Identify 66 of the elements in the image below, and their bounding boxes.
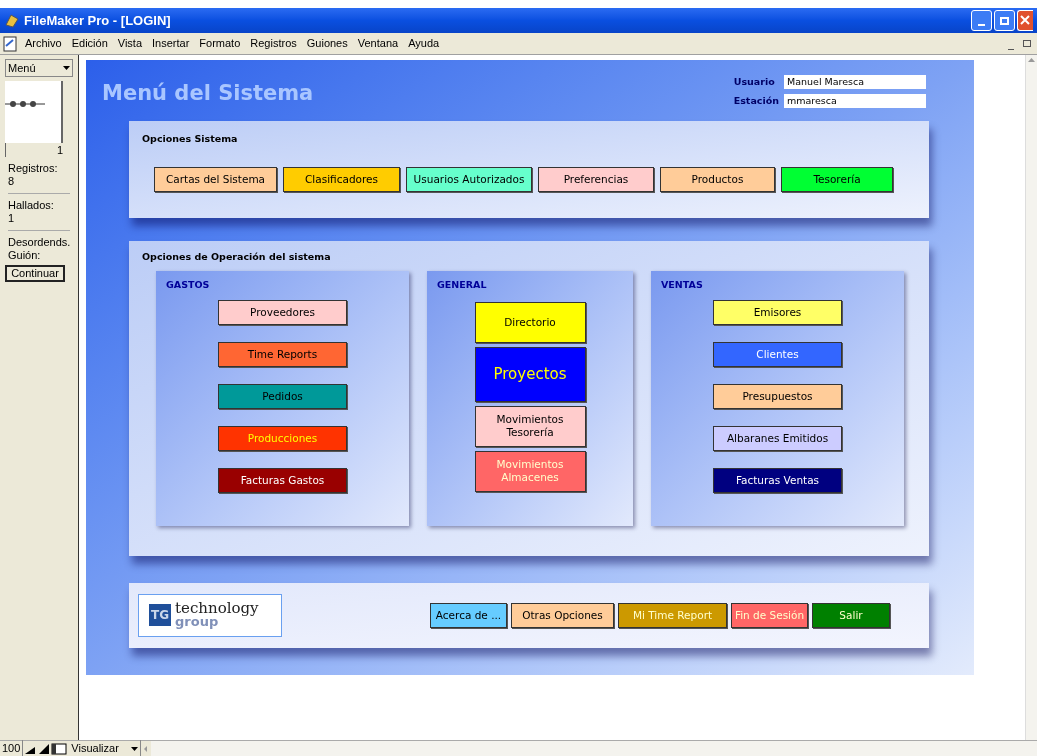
menu-button[interactable]: Tesorería (781, 166, 893, 192)
menu-item[interactable]: Ventana (352, 35, 404, 52)
book-binding-icon (5, 99, 45, 109)
records-label: Registros: (8, 162, 59, 175)
menu-item[interactable]: Ayuda (403, 35, 445, 52)
restore-button[interactable] (994, 10, 1015, 31)
document-icon (3, 35, 17, 52)
station-label: Estación (733, 94, 779, 109)
menu-button[interactable]: Emisores (713, 299, 842, 325)
caret-icon (131, 746, 139, 751)
layout-dropdown[interactable]: Menú (5, 59, 73, 77)
script-label: Guión: (8, 249, 42, 262)
menu-button[interactable]: Proyectos (474, 346, 586, 402)
menu-item[interactable]: Vista (112, 35, 148, 52)
menu-item[interactable]: Formato (194, 35, 246, 52)
menu-button[interactable]: Directorio (474, 301, 586, 343)
menu-button[interactable]: Proveedores (218, 299, 347, 325)
found-count: 1 (8, 212, 16, 225)
close-icon (1020, 15, 1030, 25)
menu-item[interactable]: Insertar (147, 35, 195, 52)
records-count: 8 (8, 175, 16, 188)
layout-title: Menú del Sistema (102, 80, 314, 107)
record-number: 1 (56, 144, 63, 157)
app-icon (4, 12, 20, 29)
horizontal-scrollbar[interactable] (151, 741, 1037, 756)
mode-dropdown[interactable]: Visualizar (69, 740, 142, 756)
section-title: Opciones Sistema (142, 132, 238, 144)
status-area-icon[interactable] (51, 742, 68, 755)
menu-button[interactable]: Pedidos (218, 383, 347, 409)
restore-icon[interactable] (1021, 37, 1033, 50)
menu-item[interactable]: Registros (245, 35, 302, 52)
menu-button[interactable]: Acerca de ... (430, 602, 507, 628)
menu-button[interactable]: Clasificadores (283, 166, 400, 192)
menu-button[interactable]: Cartas del Sistema (154, 166, 277, 192)
menu-button[interactable]: Facturas Ventas (713, 467, 842, 493)
menu-item[interactable]: Archivo (20, 35, 67, 52)
group-title: VENTAS (661, 277, 703, 292)
window-title: FileMaker Pro - [LOGIN] (24, 11, 171, 30)
record-book[interactable] (5, 81, 63, 143)
menu-item[interactable]: Edición (66, 35, 113, 52)
menu-button[interactable]: Movimientos Tesorería (474, 405, 586, 447)
group-title: GENERAL (437, 277, 487, 292)
menu-button[interactable]: Time Reports (218, 341, 347, 367)
section-title: Opciones de Operación del sistema (142, 250, 331, 262)
menu-button[interactable]: Facturas Gastos (218, 467, 347, 493)
minimize-button[interactable] (971, 10, 992, 31)
menu-button[interactable]: Presupuestos (713, 383, 842, 409)
menu-item[interactable]: Guiones (301, 35, 353, 52)
menu-button[interactable]: Productos (660, 166, 775, 192)
close-button[interactable] (1017, 10, 1033, 31)
continue-button[interactable]: Continuar (5, 265, 65, 282)
found-label: Hallados: (8, 199, 55, 212)
menu-button[interactable]: Usuarios Autorizados (406, 166, 532, 192)
menu-button[interactable]: Otras Opciones (511, 602, 614, 628)
group-title: GASTOS (166, 277, 210, 292)
menu-button[interactable]: Preferencias (538, 166, 654, 192)
station-field[interactable]: mmaresca (784, 94, 926, 109)
user-label: Usuario (733, 75, 776, 89)
sort-status: Desordends. (8, 236, 72, 249)
caret-icon (63, 66, 70, 70)
user-field[interactable]: Manuel Maresca (784, 75, 926, 90)
menu-button[interactable]: Clientes (713, 341, 842, 367)
zoom-level[interactable]: 100 (0, 740, 24, 756)
menu-button[interactable]: Salir (812, 602, 890, 628)
menu-button[interactable]: Albaranes Emitidos (713, 425, 842, 451)
vertical-scrollbar[interactable] (1025, 55, 1037, 740)
